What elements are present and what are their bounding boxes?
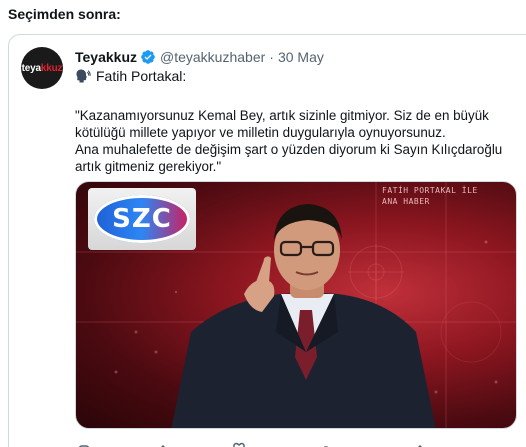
tweet-text-line: kötülüğü millete yapıyor ve milletin duy… bbox=[75, 125, 446, 140]
section-heading: Seçimden sonra: bbox=[8, 6, 121, 22]
verified-badge-icon bbox=[140, 49, 156, 65]
speaking-head-icon bbox=[75, 68, 91, 84]
overlay-show-title: FATİH PORTAKAL İLE bbox=[382, 186, 478, 195]
like-icon bbox=[233, 442, 245, 447]
channel-logo-text: SZC bbox=[112, 204, 172, 234]
display-name[interactable]: Teyakkuz bbox=[75, 49, 137, 65]
tweet-card[interactable]: teyakkuz Teyakkuz @teyakkuzhaber · 30 Ma… bbox=[8, 34, 526, 447]
tweet-header: Teyakkuz @teyakkuzhaber · 30 May bbox=[75, 47, 324, 67]
channel-logo: SZC bbox=[94, 195, 190, 243]
speaker-line: Fatih Portakal: bbox=[75, 68, 186, 84]
user-handle[interactable]: @teyakkuzhaber bbox=[160, 49, 265, 65]
tweet-text-line: "Kazanamıyorsunuz Kemal Bey, artık sizin… bbox=[75, 108, 489, 123]
tweet-text-line: Ana muhalefette de değişim şart o yüzden… bbox=[75, 142, 503, 157]
separator-dot: · bbox=[269, 49, 274, 65]
tweet-text: "Kazanamıyorsunuz Kemal Bey, artık sizin… bbox=[75, 107, 515, 175]
tweet-date[interactable]: 30 May bbox=[278, 49, 324, 65]
tweet-media-image[interactable]: SZC FATİH PORTAKAL İLE ANA HABER bbox=[75, 181, 517, 429]
tweet-actions-bar bbox=[75, 438, 515, 447]
avatar[interactable]: teyakkuz bbox=[21, 47, 63, 89]
overlay-show-subtitle: ANA HABER bbox=[382, 197, 430, 206]
speaker-name: Fatih Portakal: bbox=[96, 68, 187, 84]
avatar-logo: teyakkuz bbox=[21, 62, 63, 74]
tweet-text-line: artık gitmeniz gerekiyor." bbox=[75, 159, 222, 174]
channel-logo-box: SZC bbox=[88, 188, 196, 250]
